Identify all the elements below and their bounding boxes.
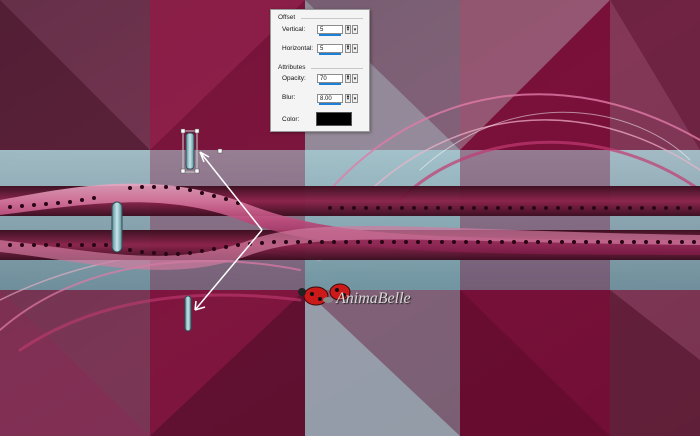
animabelle-watermark: AnimaBelle <box>336 290 411 307</box>
blur-value: 8.00 <box>320 96 332 102</box>
opacity-label: Opacity: <box>282 75 306 82</box>
opacity-dropdown-button[interactable]: ▾ <box>352 74 358 83</box>
vertical-input[interactable]: 5 <box>317 25 343 36</box>
blur-slider-line[interactable] <box>319 103 341 105</box>
blur-input[interactable]: 8.00 <box>317 94 343 105</box>
horizontal-label: Horizontal: <box>282 45 314 52</box>
vertical-dropdown-button[interactable]: ▾ <box>352 25 358 34</box>
opacity-slider-line[interactable] <box>319 83 341 85</box>
blur-dropdown-button[interactable]: ▾ <box>352 94 358 103</box>
vertical-spin-button[interactable]: ▴ ▾ <box>345 25 351 34</box>
offset-divider <box>301 18 363 19</box>
shadow-color-swatch[interactable] <box>316 112 352 126</box>
horizontal-slider-line[interactable] <box>319 53 341 55</box>
blur-spin-button[interactable]: ▴ ▾ <box>345 94 351 103</box>
vertical-label: Vertical: <box>282 26 306 33</box>
opacity-input[interactable]: 70 <box>317 74 343 85</box>
horizontal-spin-button[interactable]: ▴ ▾ <box>345 44 351 53</box>
horizontal-value: 5 <box>320 46 324 52</box>
vertical-slider-line[interactable] <box>319 34 341 36</box>
horizontal-input[interactable]: 5 <box>317 44 343 55</box>
horizontal-dropdown-button[interactable]: ▾ <box>352 44 358 53</box>
attributes-section-title: Attributes <box>278 64 306 71</box>
vertical-value: 5 <box>320 27 324 33</box>
opacity-value: 70 <box>320 76 327 82</box>
attributes-divider <box>311 68 363 69</box>
offset-section-title: Offset <box>278 14 296 21</box>
color-label: Color: <box>282 116 300 123</box>
opacity-spin-button[interactable]: ▴ ▾ <box>345 74 351 83</box>
blur-label: Blur: <box>282 94 296 101</box>
